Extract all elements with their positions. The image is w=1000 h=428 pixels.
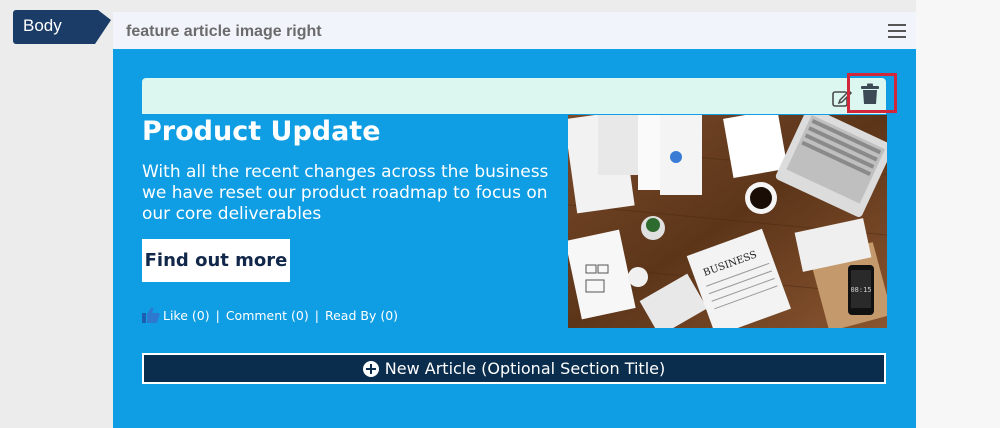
separator: |: [314, 307, 319, 323]
plus-circle-icon: [362, 360, 379, 377]
panel-header: feature article image right: [113, 12, 916, 49]
article-image: BUSINESS 08:15: [568, 115, 887, 328]
social-bar: Like (0) | Comment (0) | Read By (0): [142, 307, 398, 323]
hamburger-menu-icon[interactable]: [888, 24, 906, 38]
read-by-link[interactable]: Read By (0): [325, 308, 398, 323]
comment-link[interactable]: Comment (0): [226, 308, 309, 323]
right-gutter: [916, 0, 1000, 428]
phone-clock: 08:15: [850, 286, 871, 294]
find-out-more-button[interactable]: Find out more: [142, 239, 290, 282]
body-tab-label: Body: [23, 16, 62, 35]
panel-title: feature article image right: [126, 23, 322, 40]
thumbs-up-icon[interactable]: [142, 307, 160, 323]
article-toolbar: [142, 78, 886, 114]
separator: |: [215, 307, 220, 323]
new-article-label: New Article (Optional Section Title): [384, 359, 666, 378]
article-headline: Product Update: [142, 116, 381, 147]
trash-icon[interactable]: [860, 83, 880, 105]
body-section-tab[interactable]: Body: [13, 10, 111, 44]
like-link[interactable]: Like (0): [163, 308, 210, 323]
article-summary: With all the recent changes across the b…: [142, 162, 549, 224]
new-article-button[interactable]: New Article (Optional Section Title): [142, 353, 886, 384]
article-content: Product Update With all the recent chang…: [113, 49, 916, 428]
article-panel: feature article image right Product Upda…: [113, 12, 916, 428]
